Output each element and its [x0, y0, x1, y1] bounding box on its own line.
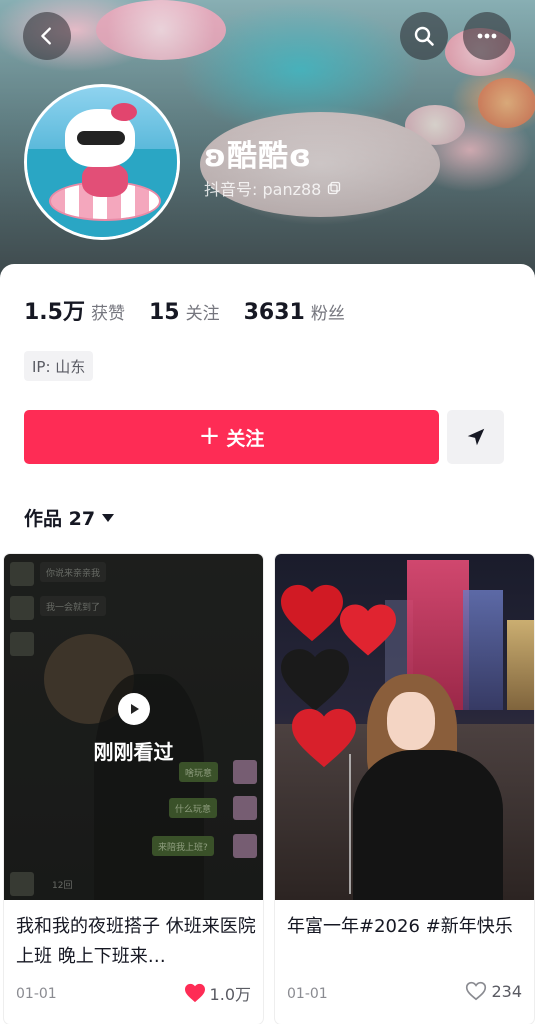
video-caption[interactable]: 年富一年#2026 #新年快乐 — [287, 912, 527, 942]
stat-value: 1.5万 — [24, 300, 85, 325]
like-count[interactable]: 1.0万 — [184, 981, 251, 1005]
share-button[interactable] — [447, 410, 504, 464]
stat-label: 获赞 — [90, 304, 125, 324]
heart-filled-icon — [184, 983, 205, 1003]
profile-card: 1.5万 获赞 15 关注 3631 粉丝 IP: 山东 + 关注 作品 27 … — [0, 264, 535, 1024]
handle-label: 抖音号: panz88 — [204, 180, 322, 199]
video-date: 01-01 — [287, 986, 328, 1002]
profile-nickname: ʚ酷酷ɞ — [204, 139, 312, 174]
play-icon — [118, 693, 150, 725]
more-button[interactable] — [463, 12, 511, 60]
stat-value: 15 — [148, 300, 180, 325]
works-tab-label: 作品 27 — [24, 508, 96, 530]
video-thumbnail[interactable]: 你说来亲亲我 我一会就到了 啥玩意 什么玩意 来陪我上班? 12回 刚刚看过 — [4, 554, 263, 900]
tab-works[interactable]: 作品 27 — [24, 504, 115, 531]
search-button[interactable] — [400, 12, 448, 60]
profile-handle[interactable]: 抖音号: panz88 — [204, 176, 341, 200]
video-date: 01-01 — [16, 986, 57, 1002]
video-thumbnail[interactable] — [275, 554, 534, 900]
video-card[interactable]: 年富一年#2026 #新年快乐 01-01 234 — [275, 554, 534, 1024]
avatar[interactable] — [24, 84, 180, 240]
stat-followers[interactable]: 3631 粉丝 — [244, 299, 345, 325]
caret-down-icon — [102, 513, 115, 522]
chevron-left-icon — [41, 27, 51, 45]
like-count-value: 1.0万 — [209, 985, 251, 1004]
follow-button[interactable]: + 关注 — [24, 410, 439, 464]
stat-following[interactable]: 15 关注 — [149, 299, 220, 325]
heart-outline-icon — [466, 981, 487, 1001]
profile-stats: 1.5万 获赞 15 关注 3631 粉丝 — [24, 294, 369, 326]
stat-label: 粉丝 — [310, 304, 345, 324]
recently-watched-label: 刚刚看过 — [93, 740, 174, 764]
follow-label: 关注 — [226, 427, 265, 450]
like-count-value: 234 — [491, 981, 522, 1001]
more-horizontal-icon — [477, 33, 497, 39]
back-button[interactable] — [23, 12, 71, 60]
video-caption[interactable]: 我和我的夜班搭子 休班来医院上班 晚上下班来… — [16, 912, 256, 972]
stat-value: 3631 — [243, 300, 305, 325]
ip-location-tag: IP: 山东 — [24, 351, 94, 381]
heart-balloon — [281, 649, 349, 711]
send-icon — [467, 428, 484, 446]
stat-label: 关注 — [185, 304, 220, 324]
copy-icon[interactable] — [327, 181, 341, 195]
search-icon — [414, 26, 434, 46]
plus-icon: + — [198, 421, 221, 451]
like-count[interactable]: 234 — [465, 981, 522, 1001]
stat-likes[interactable]: 1.5万 获赞 — [24, 294, 125, 326]
video-card[interactable]: 你说来亲亲我 我一会就到了 啥玩意 什么玩意 来陪我上班? 12回 刚刚看过 我… — [4, 554, 263, 1024]
